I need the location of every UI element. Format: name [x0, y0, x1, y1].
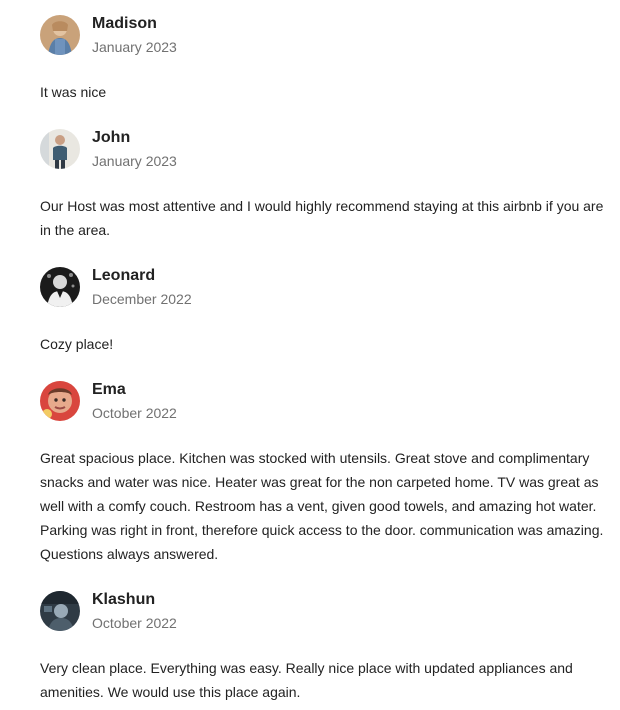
- user-photo-icon: [40, 129, 80, 169]
- review-meta: Leonard December 2022: [92, 266, 192, 309]
- user-photo-icon: [40, 591, 80, 631]
- review-text: Our Host was most attentive and I would …: [40, 198, 604, 238]
- review-item: Madison January 2023 It was nice: [40, 14, 605, 104]
- reviewer-name[interactable]: John: [92, 128, 177, 148]
- review-item: Leonard December 2022 Cozy place!: [40, 266, 605, 356]
- review-item: Klashun October 2022 Very clean place. E…: [40, 590, 605, 704]
- reviewer-name[interactable]: Madison: [92, 14, 177, 34]
- user-photo-icon: [40, 381, 80, 421]
- review-text: Great spacious place. Kitchen was stocke…: [40, 450, 604, 562]
- review-meta: John January 2023: [92, 128, 177, 171]
- review-meta: Ema October 2022: [92, 380, 177, 423]
- review-text: It was nice: [40, 84, 107, 100]
- reviewer-name[interactable]: Ema: [92, 380, 177, 400]
- reviewer-avatar[interactable]: [40, 591, 80, 631]
- reviewer-name[interactable]: Leonard: [92, 266, 192, 286]
- review-item: Ema October 2022 Great spacious place. K…: [40, 380, 605, 566]
- review-date: January 2023: [92, 39, 177, 55]
- review-meta: Madison January 2023: [92, 14, 177, 57]
- review-header: Ema October 2022: [40, 380, 605, 424]
- review-item: John January 2023 Our Host was most atte…: [40, 128, 605, 242]
- reviewer-name[interactable]: Klashun: [92, 590, 177, 610]
- review-date: October 2022: [92, 615, 177, 631]
- reviewer-avatar[interactable]: [40, 129, 80, 169]
- reviewer-avatar[interactable]: [40, 15, 80, 55]
- review-header: Klashun October 2022: [40, 590, 605, 634]
- user-photo-icon: [40, 15, 80, 55]
- review-meta: Klashun October 2022: [92, 590, 177, 633]
- review-header: Leonard December 2022: [40, 266, 605, 310]
- review-header: Madison January 2023: [40, 14, 605, 58]
- reviews-list: Madison January 2023 It was nice John Ja: [0, 0, 620, 710]
- review-header: John January 2023: [40, 128, 605, 172]
- review-text: Cozy place!: [40, 336, 114, 352]
- user-photo-icon: [40, 267, 80, 307]
- review-text: Very clean place. Everything was easy. R…: [40, 660, 573, 700]
- review-date: December 2022: [92, 291, 192, 307]
- reviewer-avatar[interactable]: [40, 267, 80, 307]
- review-date: October 2022: [92, 405, 177, 421]
- reviewer-avatar[interactable]: [40, 381, 80, 421]
- review-date: January 2023: [92, 153, 177, 169]
